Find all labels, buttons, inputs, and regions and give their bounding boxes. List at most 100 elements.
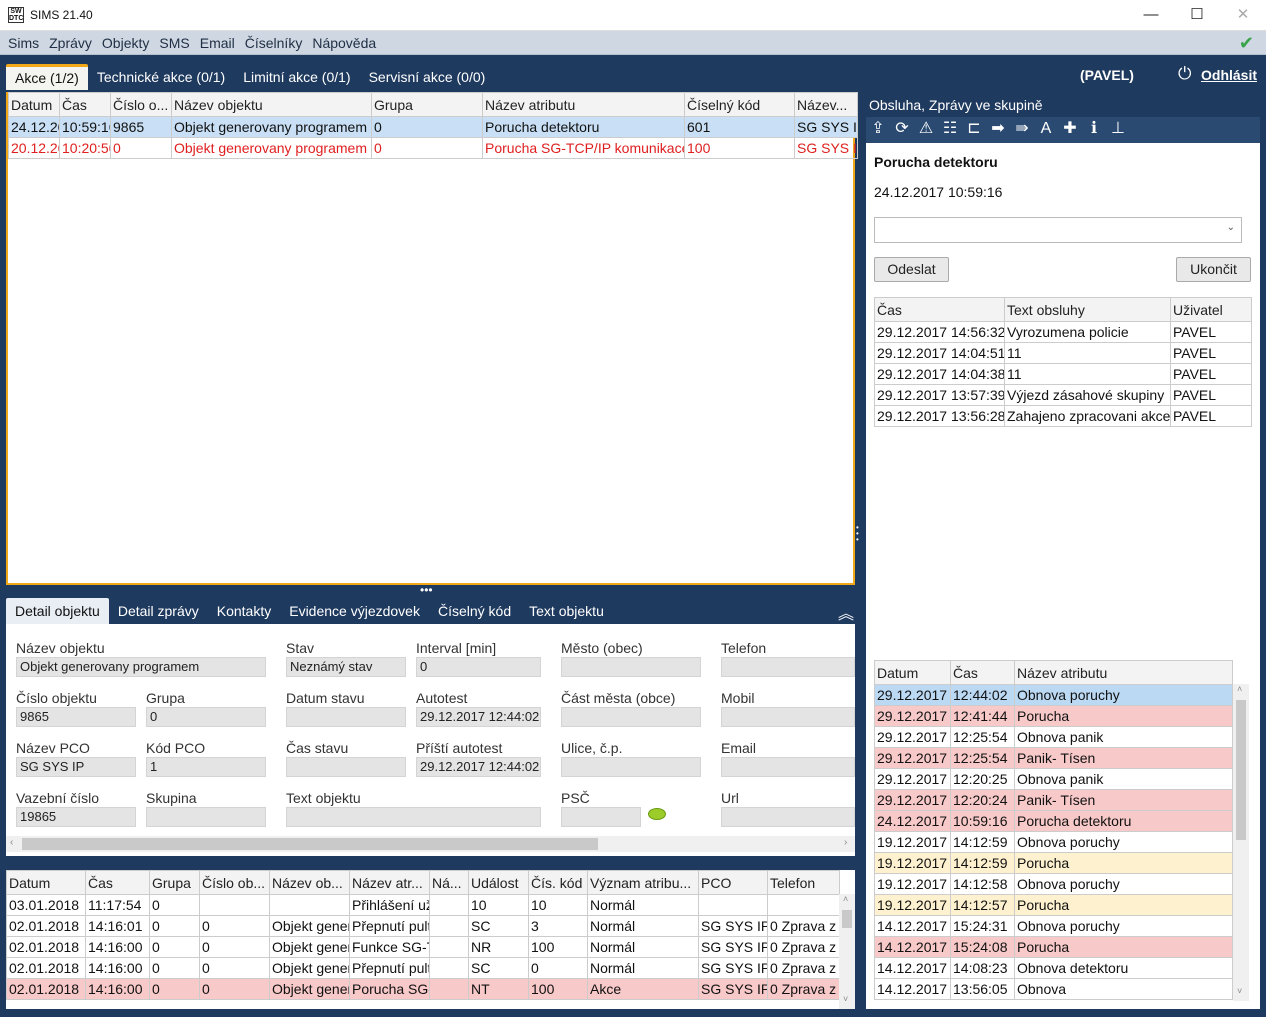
ev-col-na[interactable]: Ná... [429,870,469,895]
tab-evidence-vyjezdovek[interactable]: Evidence výjezdovek [280,598,429,624]
table-row[interactable]: 19.12.2017 14:12:59 Porucha [874,852,1233,874]
network-icon[interactable]: ☷ [938,117,962,141]
field-ulice[interactable] [561,757,701,777]
menu-sims[interactable]: Sims [3,31,44,56]
scroll-left-icon[interactable]: ‹ [10,837,13,848]
add-icon[interactable]: ✚ [1058,117,1082,141]
note-combobox[interactable]: ⌄ [874,217,1242,243]
field-cas-stavu[interactable] [286,757,406,777]
events-scrollbar-thumb[interactable] [842,910,852,928]
ev-col-udalost[interactable]: Událost [468,870,529,895]
field-grupa[interactable]: 0 [146,707,266,727]
ev-col-vyznam[interactable]: Význam atribu... [587,870,699,895]
field-nazev-pco[interactable]: SG SYS IP [16,757,136,777]
field-nazev-objektu[interactable]: Objekt generovany programem [16,657,266,677]
field-interval[interactable]: 0 [416,657,541,677]
field-text-objektu[interactable] [286,807,541,827]
scroll-up-icon[interactable]: ˄ [843,894,848,904]
table-row[interactable]: 29.12.2017 14:04:38 11 PAVEL [874,363,1252,385]
col-nazev-pco[interactable]: Název... [794,92,858,117]
table-row[interactable]: 19.12.2017 14:12:57 Porucha [874,894,1233,916]
close-button[interactable]: ✕ [1220,4,1266,26]
grp-col-datum[interactable]: Datum [874,660,951,685]
table-row[interactable]: 14.12.2017 13:56:05 Obnova [874,978,1233,1000]
splitter-grip-icon[interactable]: ••• [420,584,433,596]
ev-col-datum[interactable]: Datum [6,870,86,895]
table-row[interactable]: 29.12.2017 12:41:44 Porucha [874,705,1233,727]
table-row[interactable]: 29.12.2017 12:20:24 Panik- Tísen [874,789,1233,811]
tab-servisni-akce[interactable]: Servisní akce (0/0) [360,64,495,90]
tab-detail-zpravy[interactable]: Detail zprávy [109,598,208,624]
minimize-button[interactable]: — [1128,4,1174,26]
sort-az-icon[interactable]: A [1034,117,1058,141]
ev-col-pco[interactable]: PCO [698,870,768,895]
menu-zpravy[interactable]: Zprávy [44,31,97,56]
table-row[interactable]: 03.01.201811:17:540 Přihlášení uživatele 1… [6,894,840,916]
table-row[interactable]: 29.12.2017 12:25:54 Panik- Tísen [874,747,1233,769]
scroll-down-icon[interactable]: ˅ [843,994,848,1004]
field-pristi-autotest[interactable]: 29.12.2017 12:44:02 [416,757,541,777]
group-scroll-up-icon[interactable]: ˄ [1237,684,1242,694]
grp-col-cas[interactable]: Čas [950,660,1015,685]
group-scrollbar[interactable]: ˄ ˅ [1233,684,1249,1001]
field-psc[interactable] [561,807,641,827]
table-row[interactable]: 20.12.201710:20:500Objekt generovany pro… [8,137,858,159]
table-row[interactable]: 02.01.201814:16:0100Objekt generovanyPře… [6,915,840,937]
col-ciselny-kod[interactable]: Číselný kód [684,92,795,117]
field-url[interactable] [721,807,855,827]
table-row[interactable]: 29.12.2017 12:25:54 Obnova panik [874,726,1233,748]
table-row[interactable]: 14.12.2017 14:08:23 Obnova detektoru [874,957,1233,979]
table-row[interactable]: 14.12.2017 15:24:31 Obnova poruchy [874,915,1233,937]
table-row[interactable]: 29.12.2017 13:56:28 Zahajeno zpracovani a… [874,405,1252,427]
tab-akce[interactable]: Akce (1/2) [6,64,88,90]
grp-col-nazev-atributu[interactable]: Název atributu [1014,660,1233,685]
field-datum-stavu[interactable] [286,707,406,727]
menu-email[interactable]: Email [195,31,240,56]
field-cast-mesta[interactable] [561,707,701,727]
collapse-icon[interactable]: ︽ [838,600,854,624]
vertical-splitter-icon[interactable]: • • • [856,524,862,544]
tab-ciselny-kod[interactable]: Číselný kód [429,598,520,624]
arrow-right-icon[interactable]: ➡ [986,117,1010,141]
send-button[interactable]: Odeslat [874,257,949,282]
info-icon[interactable]: ℹ [1082,117,1106,141]
tab-kontakty[interactable]: Kontakty [208,598,280,624]
field-cislo-objektu[interactable]: 9865 [16,707,136,727]
table-row[interactable]: 29.12.2017 14:56:32 Vyrozumena policie PAV… [874,321,1252,343]
share-icon[interactable]: ⇪ [866,117,890,141]
finish-button[interactable]: Ukončit [1176,257,1251,282]
table-row[interactable]: 29.12.2017 14:04:51 11 PAVEL [874,342,1252,364]
events-scrollbar[interactable]: ˄ ˅ [839,894,855,1009]
table-row[interactable]: 14.12.2017 15:24:08 Porucha [874,936,1233,958]
warning-icon[interactable]: ⚠ [914,117,938,141]
col-nazev-objektu[interactable]: Název objektu [171,92,372,117]
ev-col-nazev-atributu[interactable]: Název atr... [349,870,430,895]
col-cas[interactable]: Čas [59,92,111,117]
ev-col-nazev-objektu[interactable]: Název ob... [269,870,350,895]
map-icon[interactable] [648,808,666,820]
field-mesto[interactable] [561,657,701,677]
ev-col-cis-kod[interactable]: Čís. kód [528,870,588,895]
ev-col-telefon[interactable]: Telefon [767,870,840,895]
chevron-down-icon[interactable]: ⌄ [1227,222,1235,233]
double-arrow-icon[interactable]: ⇛ [1010,117,1034,141]
table-row[interactable]: 02.01.201814:16:0000Objekt generovanyPor… [6,978,840,1000]
col-datum[interactable]: Datum [8,92,60,117]
table-row[interactable]: 24.12.2017 10:59:16 Porucha detektoru [874,810,1233,832]
field-vazebni-cislo[interactable]: 19865 [16,807,136,827]
log-col-uzivatel[interactable]: Uživatel [1170,297,1252,322]
field-telefon[interactable] [721,657,855,677]
power-icon[interactable]: ⏻ [1178,64,1191,84]
scrollbar-thumb[interactable] [22,838,598,850]
hierarchy-icon[interactable]: ⊥ [1106,117,1130,141]
table-row[interactable]: 29.12.2017 13:57:39 Výjezd zásahové skupi… [874,384,1252,406]
ev-col-cas[interactable]: Čas [85,870,150,895]
field-kod-pco[interactable]: 1 [146,757,266,777]
tree-icon[interactable]: ⊏ [962,117,986,141]
table-row[interactable]: 29.12.2017 12:20:25 Obnova panik [874,768,1233,790]
maximize-button[interactable]: ☐ [1174,4,1220,26]
menu-ciselniky[interactable]: Číselníky [240,31,308,56]
logout-link[interactable]: Odhlásit [1201,67,1257,83]
table-row[interactable]: 19.12.2017 14:12:59 Obnova poruchy [874,831,1233,853]
menu-sms[interactable]: SMS [154,31,194,56]
